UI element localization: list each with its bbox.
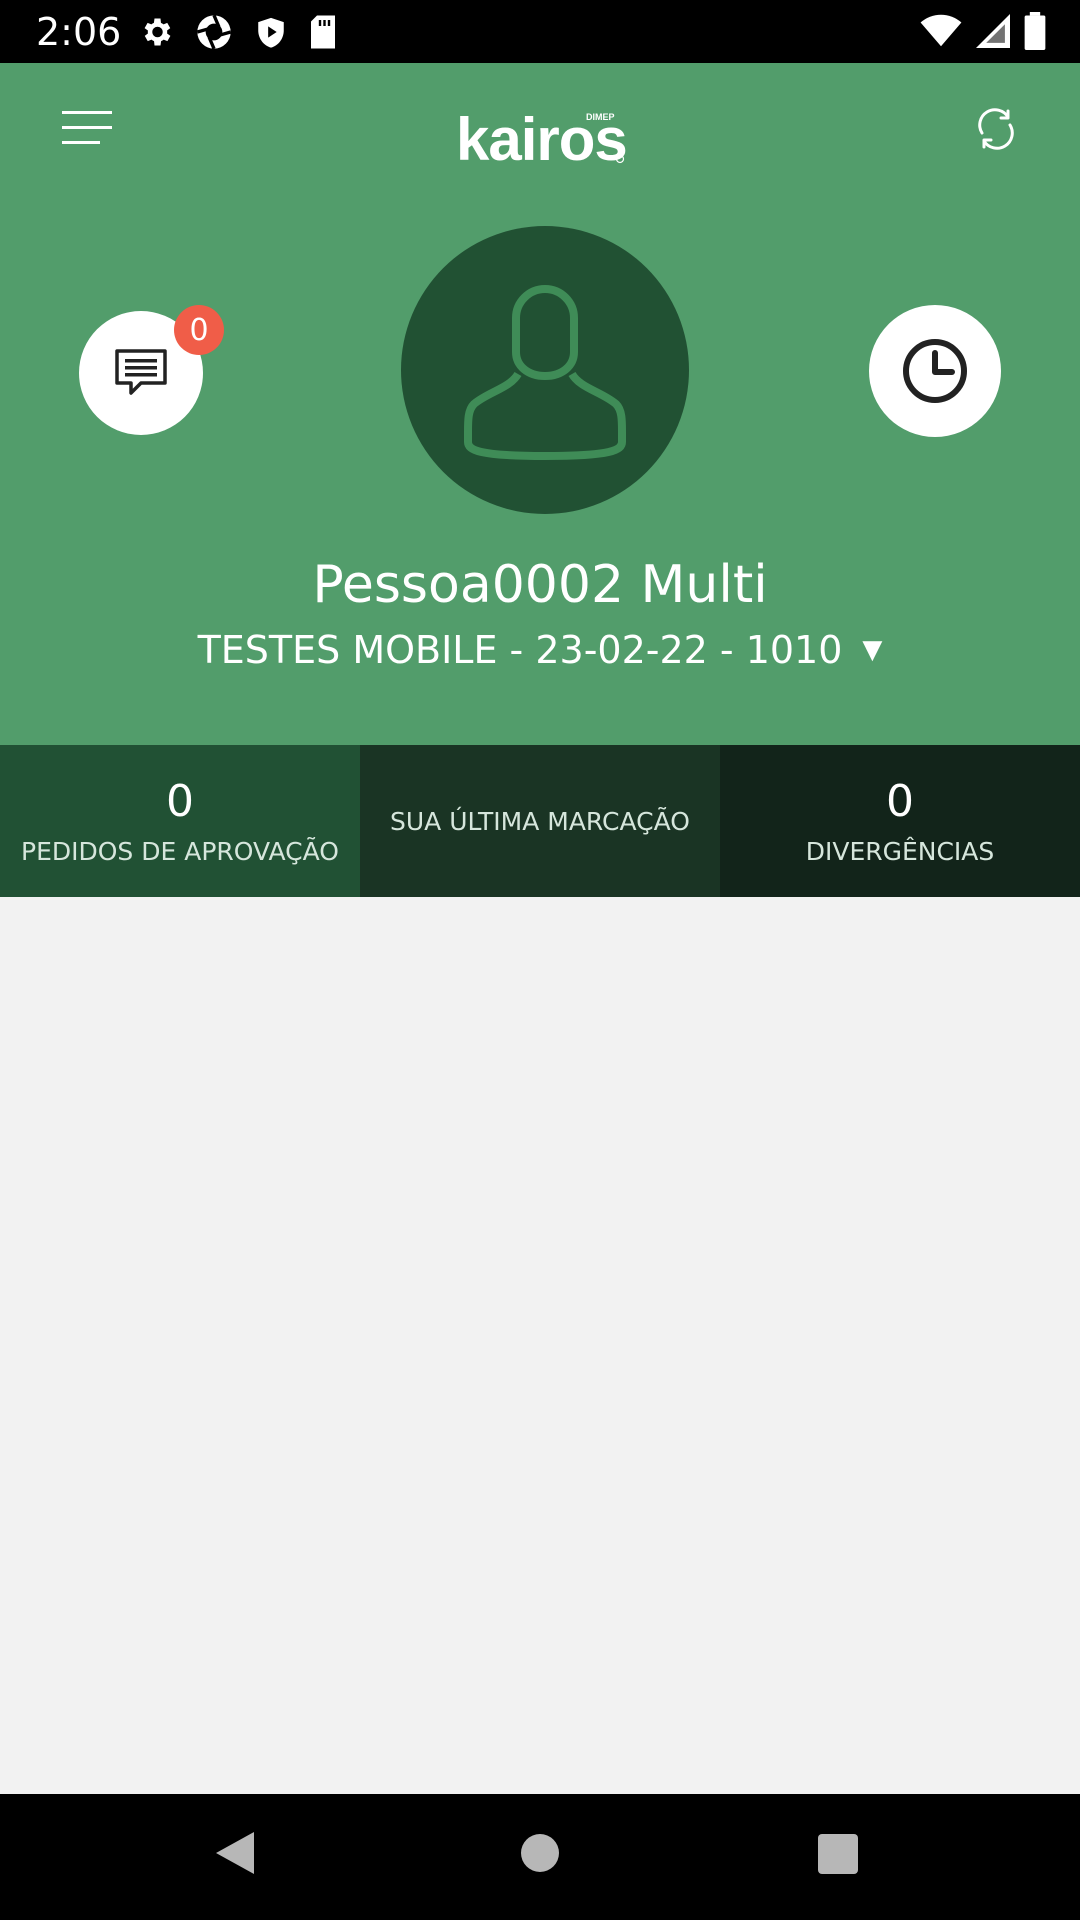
content-area	[0, 897, 1080, 1794]
clock-button[interactable]	[869, 305, 1001, 437]
status-icons-left	[138, 12, 338, 52]
approval-requests-count: 0	[166, 776, 194, 827]
company-selector[interactable]: TESTES MOBILE - 23-02-22 - 1010 ▼	[0, 628, 1080, 672]
recents-icon[interactable]	[818, 1834, 858, 1874]
clock-icon	[903, 339, 967, 403]
home-icon[interactable]	[521, 1834, 559, 1872]
sync-button[interactable]	[970, 103, 1022, 155]
summary-strip: 0 PEDIDOS DE APROVAÇÃO SUA ÚLTIMA MARCAÇ…	[0, 745, 1080, 897]
avatar[interactable]	[401, 226, 689, 514]
caret-down-icon: ▼	[862, 635, 883, 665]
shield-play-icon	[258, 17, 284, 48]
messages-badge: 0	[174, 305, 224, 355]
svg-text:DIMEP: DIMEP	[586, 112, 615, 122]
wifi-icon	[920, 14, 962, 47]
divergences-tile[interactable]: 0 DIVERGÊNCIAS	[720, 745, 1080, 897]
menu-button[interactable]	[56, 105, 118, 151]
sd-card-icon	[311, 15, 335, 49]
last-mark-label: SUA ÚLTIMA MARCAÇÃO	[390, 806, 690, 836]
navigation-bar	[0, 1794, 1080, 1920]
divergences-label: DIVERGÊNCIAS	[805, 837, 995, 866]
status-icons-right	[920, 12, 1046, 50]
gear-icon	[144, 18, 171, 46]
app-header: kairos DIMEP 0 Pessoa0002 Multi TESTES M…	[0, 63, 1080, 745]
user-name: Pessoa0002 Multi	[312, 555, 768, 615]
status-time: 2:06	[36, 10, 122, 54]
approval-requests-label: PEDIDOS DE APROVAÇÃO	[21, 837, 339, 866]
battery-icon	[1024, 12, 1046, 50]
chat-icon	[115, 349, 167, 395]
aperture-icon	[196, 14, 232, 50]
divergences-count: 0	[886, 776, 914, 827]
approval-requests-tile[interactable]: 0 PEDIDOS DE APROVAÇÃO	[0, 745, 360, 897]
status-bar: 2:06	[0, 0, 1080, 63]
company-label: TESTES MOBILE - 23-02-22 - 1010	[197, 628, 843, 672]
kairos-logo: kairos DIMEP	[450, 85, 640, 175]
signal-icon	[976, 14, 1010, 48]
back-icon[interactable]	[214, 1830, 256, 1876]
hamburger-icon	[62, 111, 112, 144]
last-mark-tile[interactable]: SUA ÚLTIMA MARCAÇÃO	[360, 745, 720, 897]
user-icon	[464, 285, 626, 460]
sync-icon	[978, 108, 1014, 150]
